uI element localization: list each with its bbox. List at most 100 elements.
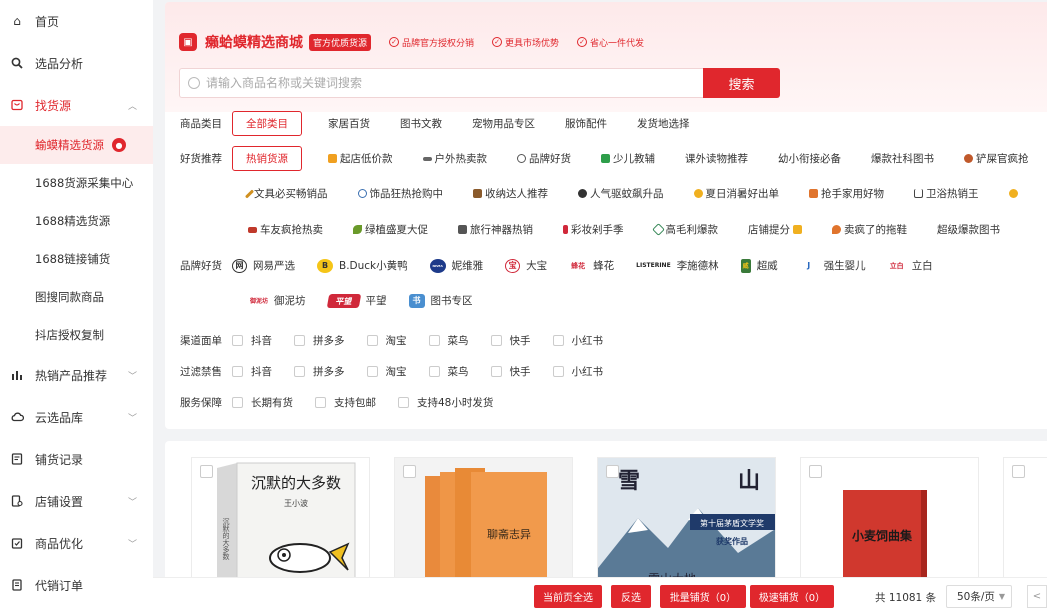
brand-option[interactable]: 威超威 <box>740 258 778 273</box>
recommend-option[interactable]: 高毛利爆款 <box>651 222 718 237</box>
recommend-option[interactable]: 旅行神器热销 <box>458 222 533 237</box>
brand-option[interactable]: 书图书专区 <box>408 293 473 308</box>
recommend-option[interactable]: 店铺提分 <box>748 222 802 237</box>
category-option[interactable]: 全部类目 <box>232 111 302 136</box>
sidebar-item-cloud-library[interactable]: 云选品库 ﹀ <box>0 396 153 438</box>
sidebar-item-home[interactable]: ⌂ 首页 <box>0 0 153 42</box>
recommend-option[interactable]: 户外热卖款 <box>422 151 487 166</box>
filter-label: 品牌好货 <box>180 260 222 272</box>
brand-option[interactable]: J 强生婴儿 <box>800 258 866 273</box>
recommend-option[interactable]: 人气驱蚊飙升品 <box>578 186 664 201</box>
recommend-option[interactable]: 幼小衔接必备 <box>778 151 841 166</box>
recommend-option[interactable]: 车友疯抢热卖 <box>248 222 323 237</box>
book-icon <box>601 154 610 163</box>
channel-checkbox[interactable]: 拼多多 <box>294 333 345 348</box>
channel-checkbox[interactable]: 抖音 <box>232 333 272 348</box>
sidebar-item-optimize[interactable]: 商品优化 ﹀ <box>0 522 153 564</box>
banned-checkbox[interactable]: 快手 <box>490 364 531 379</box>
sidebar-item-hot-products[interactable]: 热销产品推荐 ﹀ <box>0 354 153 396</box>
recommend-option[interactable]: 夏日消暑好出单 <box>693 186 779 201</box>
banned-checkbox[interactable]: 淘宝 <box>366 364 407 379</box>
recommend-option[interactable]: 饰品狂热抢购中 <box>357 186 443 201</box>
channel-checkbox[interactable]: 快手 <box>490 333 531 348</box>
search-input[interactable] <box>206 76 686 90</box>
banned-checkbox[interactable]: 拼多多 <box>294 364 345 379</box>
recommend-option[interactable]: 绿植盛夏大促 <box>353 222 428 237</box>
channel-checkbox[interactable]: 小红书 <box>552 333 603 348</box>
sidebar-item-records[interactable]: 铺货记录 <box>0 438 153 480</box>
recommend-option[interactable]: 爆款社科图书 <box>871 151 934 166</box>
brand-option[interactable]: B B.Duck小黄鸭 <box>317 258 408 273</box>
recommend-option[interactable] <box>1008 189 1021 198</box>
book-zone-logo-icon: 书 <box>408 293 425 308</box>
service-checkbox[interactable]: 支持48小时发货 <box>398 395 493 410</box>
batch-list-button[interactable]: 批量铺货（0） <box>660 585 746 608</box>
brand-option[interactable]: NIVEA 妮维雅 <box>429 258 483 273</box>
product-checkbox[interactable] <box>200 465 213 478</box>
recommend-option[interactable]: 品牌好货 <box>517 151 571 166</box>
recommend-option[interactable]: 抢手家用好物 <box>809 186 884 201</box>
svg-text:雪: 雪 <box>618 468 640 494</box>
recommend-option[interactable]: 收纳达人推荐 <box>473 186 548 201</box>
luggage-icon <box>458 225 467 234</box>
sidebar-item-label: 代销订单 <box>35 578 84 593</box>
prev-page-button[interactable]: < <box>1027 585 1047 608</box>
product-checkbox[interactable] <box>809 465 822 478</box>
sidebar-subitem-douyin-copy[interactable]: 抖店授权复制 <box>0 316 153 354</box>
sidebar-subitem-label: 1688精选货源 <box>35 214 111 228</box>
category-option[interactable]: 服饰配件 <box>565 116 607 131</box>
recommend-option[interactable]: 彩妆剁手季 <box>563 222 624 237</box>
banned-checkbox[interactable]: 抖音 <box>232 364 272 379</box>
page-size-select[interactable]: 50条/页 ▼ <box>946 585 1012 608</box>
recommend-option[interactable]: 超级爆款图书 <box>937 222 1000 237</box>
brand-option[interactable]: 蜂花 蜂花 <box>569 258 614 273</box>
banned-checkbox[interactable]: 小红书 <box>552 364 603 379</box>
sidebar-item-label: 商品优化 <box>35 536 84 551</box>
recommend-option[interactable]: 课外读物推荐 <box>685 151 748 166</box>
sidebar-subitem-1688-select[interactable]: 1688精选货源 <box>0 202 153 240</box>
checkbox-icon <box>398 397 409 408</box>
sidebar-item-analysis[interactable]: 选品分析 <box>0 42 153 84</box>
checkbox-icon <box>552 366 564 377</box>
banned-checkbox[interactable]: 菜鸟 <box>428 364 469 379</box>
brand-option[interactable]: 网网易严选 <box>232 258 295 273</box>
brand-option[interactable]: 宝大宝 <box>505 258 547 273</box>
fast-list-button[interactable]: 极速铺货（0） <box>750 585 834 608</box>
checkbox-icon <box>315 397 326 408</box>
category-option[interactable]: 图书文教 <box>400 116 442 131</box>
category-option[interactable]: 发货地选择 <box>637 116 690 131</box>
recommend-option[interactable]: 卫浴热销王 <box>914 186 979 201</box>
sidebar-subitem-1688-link[interactable]: 1688链接铺货 <box>0 240 153 278</box>
brand-option[interactable]: 御泥坊 御泥坊 <box>250 293 306 308</box>
service-checkbox[interactable]: 长期有货 <box>232 395 293 410</box>
recommend-option[interactable]: 铲屎官疯抢 <box>964 151 1029 166</box>
recommend-option[interactable]: 起店低价款 <box>328 151 393 166</box>
product-checkbox[interactable] <box>606 465 619 478</box>
service-checkbox[interactable]: 支持包邮 <box>315 395 376 410</box>
channel-checkbox[interactable]: 菜鸟 <box>428 333 469 348</box>
recommend-option[interactable]: 热销货源 <box>232 146 302 171</box>
product-checkbox[interactable] <box>1012 465 1025 478</box>
recommend-option[interactable]: 少儿教辅 <box>601 151 655 166</box>
brand-option[interactable]: 平望 平望 <box>326 293 387 308</box>
product-checkbox[interactable] <box>403 465 416 478</box>
sidebar-item-orders[interactable]: 代销订单 <box>0 564 153 606</box>
sidebar-subitem-image-search[interactable]: 图搜同款商品 <box>0 278 153 316</box>
invert-selection-button[interactable]: 反选 <box>611 585 651 608</box>
channel-checkbox[interactable]: 淘宝 <box>366 333 407 348</box>
sidebar: ⌂ 首页 选品分析 找货源 ︿ 蝓蟆精选货源 ● 1688货源采集中心 1688… <box>0 0 153 613</box>
sidebar-item-shop-settings[interactable]: 店铺设置 ﹀ <box>0 480 153 522</box>
sidebar-subitem-1688-collect[interactable]: 1688货源采集中心 <box>0 164 153 202</box>
sidebar-subitem-toad-source[interactable]: 蝓蟆精选货源 ● <box>0 126 153 164</box>
checkbox-icon <box>294 335 305 346</box>
select-page-button[interactable]: 当前页全选 <box>534 585 602 608</box>
brand-option[interactable]: LISTERINE 李施德林 <box>636 258 719 273</box>
brand-option[interactable]: 立白 立白 <box>888 258 933 273</box>
category-option[interactable]: 家居百货 <box>328 116 370 131</box>
yunifang-logo-icon: 御泥坊 <box>250 298 269 305</box>
category-option[interactable]: 宠物用品专区 <box>472 116 535 131</box>
recommend-option[interactable]: 文具必买畅销品 <box>244 186 328 201</box>
search-button[interactable]: 搜索 <box>703 68 780 98</box>
sidebar-item-find-source[interactable]: 找货源 ︿ <box>0 84 153 126</box>
recommend-option[interactable]: 卖疯了的拖鞋 <box>832 222 907 237</box>
